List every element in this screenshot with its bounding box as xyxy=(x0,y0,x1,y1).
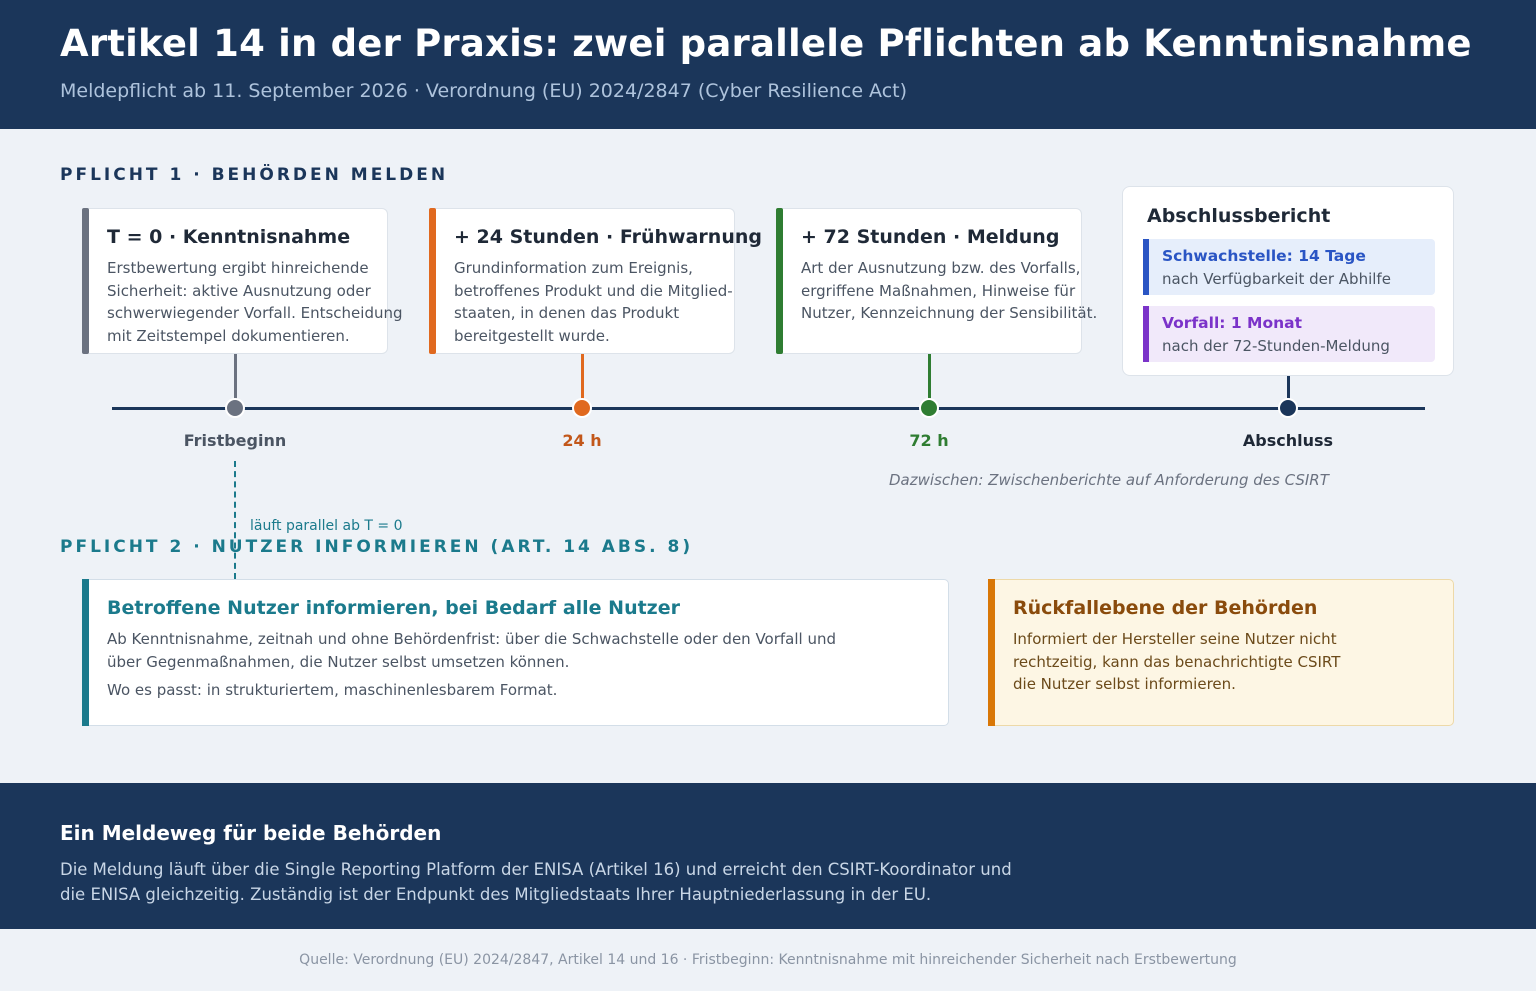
final-report-vulnerability: Schwachstelle: 14 Tage nach Verfügbarkei… xyxy=(1143,239,1435,295)
card-title: + 24 Stunden · Frühwarnung xyxy=(454,226,762,248)
page-subtitle: Meldepflicht ab 11. September 2026 · Ver… xyxy=(60,80,908,102)
final-report-item-text: nach Verfügbarkeit der Abhilfe xyxy=(1162,270,1391,288)
timeline-label-24h: 24 h xyxy=(562,431,602,450)
card-meldung: + 72 Stunden · Meldung Art der Ausnutzun… xyxy=(776,208,1097,354)
card-rueckfallebene: Rückfallebene der Behörden Informiert de… xyxy=(988,579,1454,726)
parallel-note: läuft parallel ab T = 0 xyxy=(250,518,403,534)
final-report-item-title: Vorfall: 1 Monat xyxy=(1162,314,1303,332)
card-text-format: Wo es passt: in strukturiertem, maschine… xyxy=(107,681,558,699)
footer-text: Die Meldung läuft über die Single Report… xyxy=(60,860,1012,904)
section-label-authorities: PFLICHT 1 · BEHÖRDEN MELDEN xyxy=(60,165,449,185)
timeline-label-start: Fristbeginn xyxy=(183,431,287,450)
card-text: Erstbewertung ergibt hinreichende Sicher… xyxy=(107,259,403,345)
accent-bar xyxy=(1143,306,1149,362)
card-text: Ab Kenntnisnahme, zeitnah und ohne Behör… xyxy=(107,630,837,671)
interim-reports-note: Dazwischen: Zwischenberichte auf Anforde… xyxy=(889,471,1329,489)
source-note: Quelle: Verordnung (EU) 2024/2847, Artik… xyxy=(299,952,1237,968)
card-text: Informiert der Hersteller seine Nutzer n… xyxy=(1013,630,1341,693)
card-accent-bar xyxy=(82,208,89,354)
footer-title: Ein Meldeweg für beide Behörden xyxy=(60,821,442,845)
card-kenntnisnahme: T = 0 · Kenntnisnahme Erstbewertung ergi… xyxy=(82,208,403,354)
parallel-dashed-line xyxy=(234,461,236,579)
timeline-dot-end xyxy=(1278,398,1298,418)
card-title: T = 0 · Kenntnisnahme xyxy=(107,226,351,248)
card-title: Rückfallebene der Behörden xyxy=(1013,597,1318,619)
final-report-item-title: Schwachstelle: 14 Tage xyxy=(1162,247,1366,265)
timeline-dot-72h xyxy=(919,398,939,418)
card-nutzer-informieren: Betroffene Nutzer informieren, bei Bedar… xyxy=(82,579,949,726)
page-title: Artikel 14 in der Praxis: zwei parallele… xyxy=(60,22,1472,65)
timeline-dot-start xyxy=(225,398,245,418)
card-text: Art der Ausnutzung bzw. des Vorfalls, er… xyxy=(801,259,1098,322)
final-report-title: Abschlussbericht xyxy=(1147,205,1331,227)
card-fruehwarnung: + 24 Stunden · Frühwarnung Grundinformat… xyxy=(429,208,762,354)
timeline-label-72h: 72 h xyxy=(909,431,949,450)
timeline-axis xyxy=(112,407,1425,410)
card-accent-bar xyxy=(429,208,436,354)
card-text: Grundinformation zum Ereignis, betroffen… xyxy=(454,259,733,345)
card-title: Betroffene Nutzer informieren, bei Bedar… xyxy=(107,597,680,619)
card-abschlussbericht: Abschlussbericht Schwachstelle: 14 Tage … xyxy=(1122,186,1454,376)
card-accent-bar xyxy=(776,208,783,354)
final-report-incident: Vorfall: 1 Monat nach der 72-Stunden-Mel… xyxy=(1143,306,1435,362)
card-title: + 72 Stunden · Meldung xyxy=(801,226,1060,248)
section-label-users: PFLICHT 2 · NUTZER INFORMIEREN (ART. 14 … xyxy=(60,537,694,557)
card-accent-bar xyxy=(82,579,89,726)
timeline-label-end: Abschluss xyxy=(1242,431,1334,450)
footer-panel: Ein Meldeweg für beide Behörden Die Meld… xyxy=(0,783,1536,929)
timeline-dot-24h xyxy=(572,398,592,418)
accent-bar xyxy=(1143,239,1149,295)
final-report-item-text: nach der 72-Stunden-Meldung xyxy=(1162,337,1390,355)
header: Artikel 14 in der Praxis: zwei parallele… xyxy=(0,0,1536,129)
card-accent-bar xyxy=(988,579,995,726)
